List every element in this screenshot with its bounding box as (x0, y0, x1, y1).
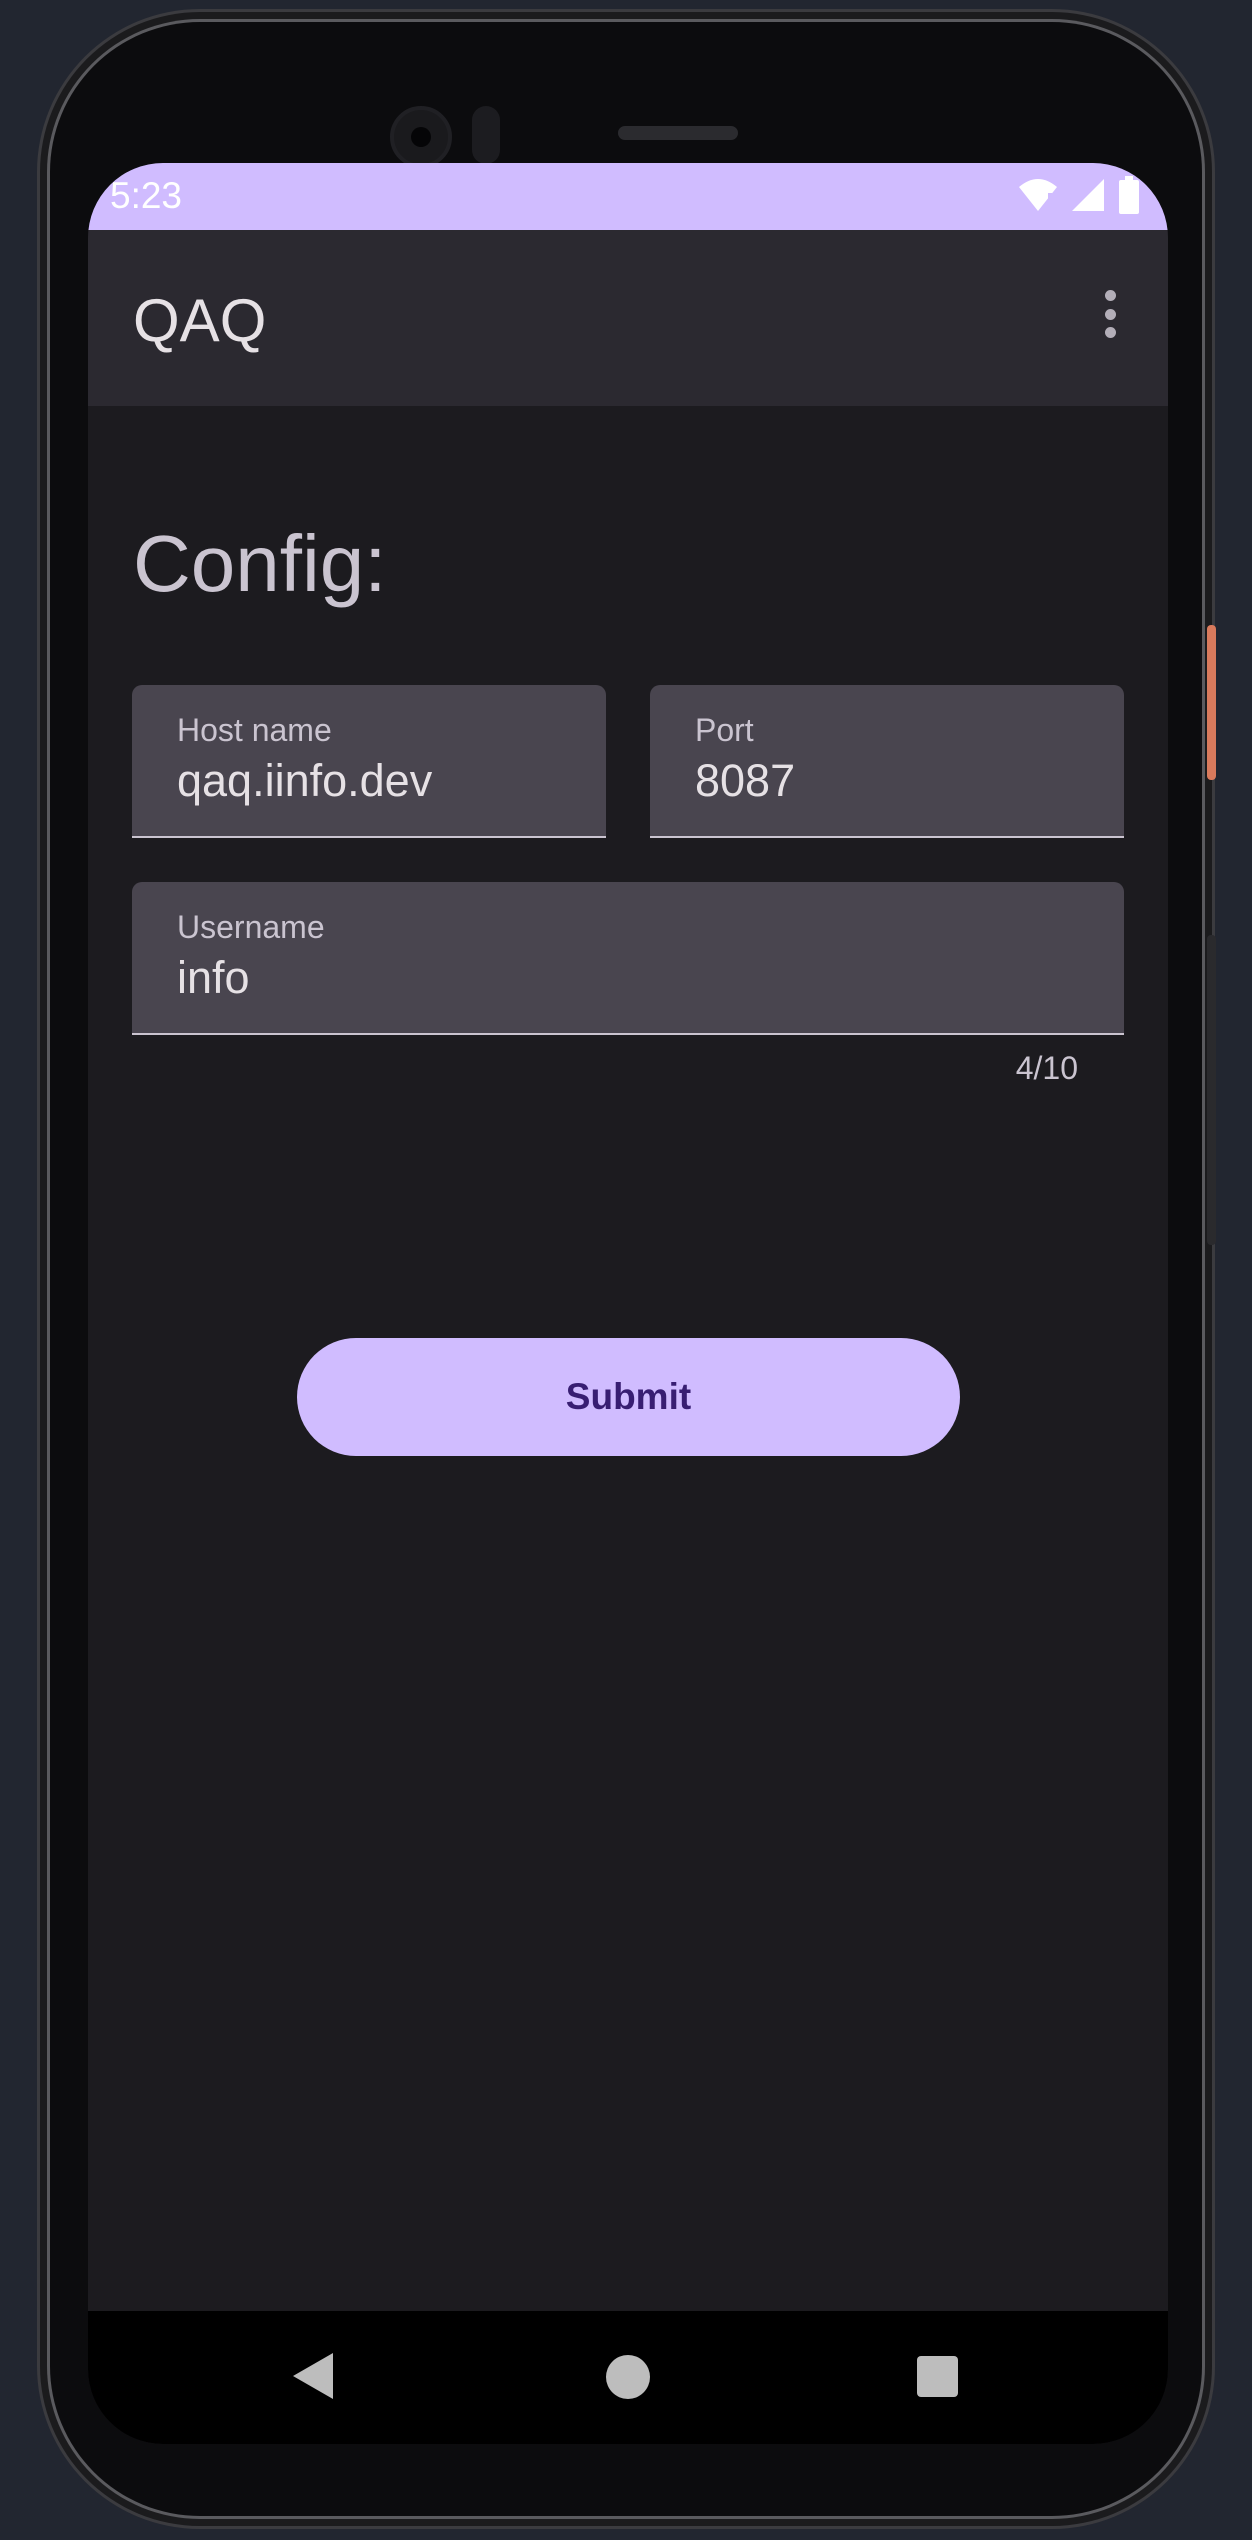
battery-icon (1118, 176, 1140, 218)
username-label: Username (177, 909, 325, 945)
camera-lens (411, 127, 431, 147)
status-time: 5:23 (110, 175, 183, 216)
phone-side-button-left (40, 475, 46, 715)
front-camera (390, 106, 452, 168)
proximity-sensor (472, 106, 500, 164)
navigation-bar (88, 2311, 1168, 2444)
host-name-field[interactable]: Host name (132, 685, 606, 838)
username-input[interactable] (177, 952, 1109, 1004)
signal-icon (1070, 177, 1106, 217)
port-input[interactable] (695, 755, 1109, 807)
menu-dot (1104, 290, 1116, 301)
power-button (1207, 625, 1216, 780)
more-vert-icon[interactable] (1092, 284, 1128, 344)
home-icon[interactable] (606, 2355, 650, 2399)
section-title: Config: (133, 519, 387, 608)
username-field[interactable]: Username (132, 882, 1124, 1035)
phone-screen: 5:23 QAQ Config: Host name qaq.iinfo.dev… (88, 163, 1168, 2444)
top-app-bar: QAQ (88, 230, 1168, 406)
wifi-icon (1018, 177, 1058, 217)
back-icon[interactable] (293, 2353, 333, 2399)
recents-icon[interactable] (917, 2356, 958, 2397)
port-field[interactable]: Port (650, 685, 1124, 838)
menu-dot (1104, 327, 1116, 338)
menu-dot (1104, 308, 1116, 320)
host-name-label: Host name (177, 712, 332, 748)
earpiece-speaker (618, 126, 738, 140)
app-title: QAQ (133, 287, 267, 354)
port-label: Port (695, 712, 754, 748)
submit-button[interactable]: Submit (297, 1338, 960, 1456)
status-bar: 5:23 (88, 163, 1168, 230)
username-char-counter: 4/10 (1015, 1050, 1078, 1086)
status-icons (1018, 175, 1140, 219)
host-name-input[interactable] (177, 755, 591, 807)
volume-button (1207, 935, 1216, 1245)
